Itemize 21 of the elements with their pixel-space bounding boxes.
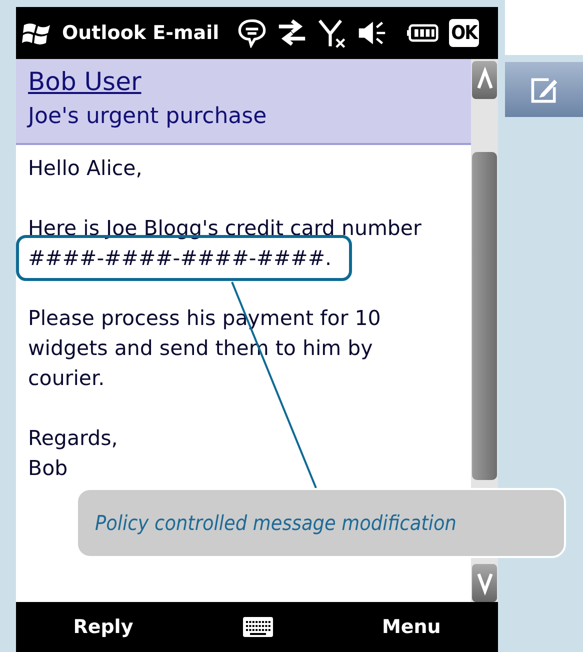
menu-softkey[interactable]: Menu [376,615,447,639]
callout-text: Policy controlled message modification [95,511,456,535]
scroll-down-button[interactable] [472,564,497,602]
reply-softkey[interactable]: Reply [67,615,140,639]
message-subject: Joe's urgent purchase [28,104,268,129]
ok-button[interactable]: OK [449,19,479,47]
message-line: Bob [28,455,68,482]
message-line: courier. [28,365,105,392]
data-arrows-icon[interactable] [277,18,308,48]
keyboard-icon[interactable] [242,616,274,638]
scroll-up-button[interactable] [472,61,497,99]
sender-link[interactable]: Bob User [28,67,142,96]
message-line: ####-####-####-####. [28,246,332,270]
message-line: Hello Alice, [28,155,142,182]
compose-button[interactable] [505,62,583,117]
app-title: Outlook E-mail [62,22,220,44]
message-line: Regards, [28,425,118,452]
battery-icon[interactable] [407,23,440,43]
speech-bubble-icon[interactable] [237,18,268,48]
signal-off-icon[interactable] [317,18,348,48]
scroll-thumb[interactable] [472,152,497,480]
